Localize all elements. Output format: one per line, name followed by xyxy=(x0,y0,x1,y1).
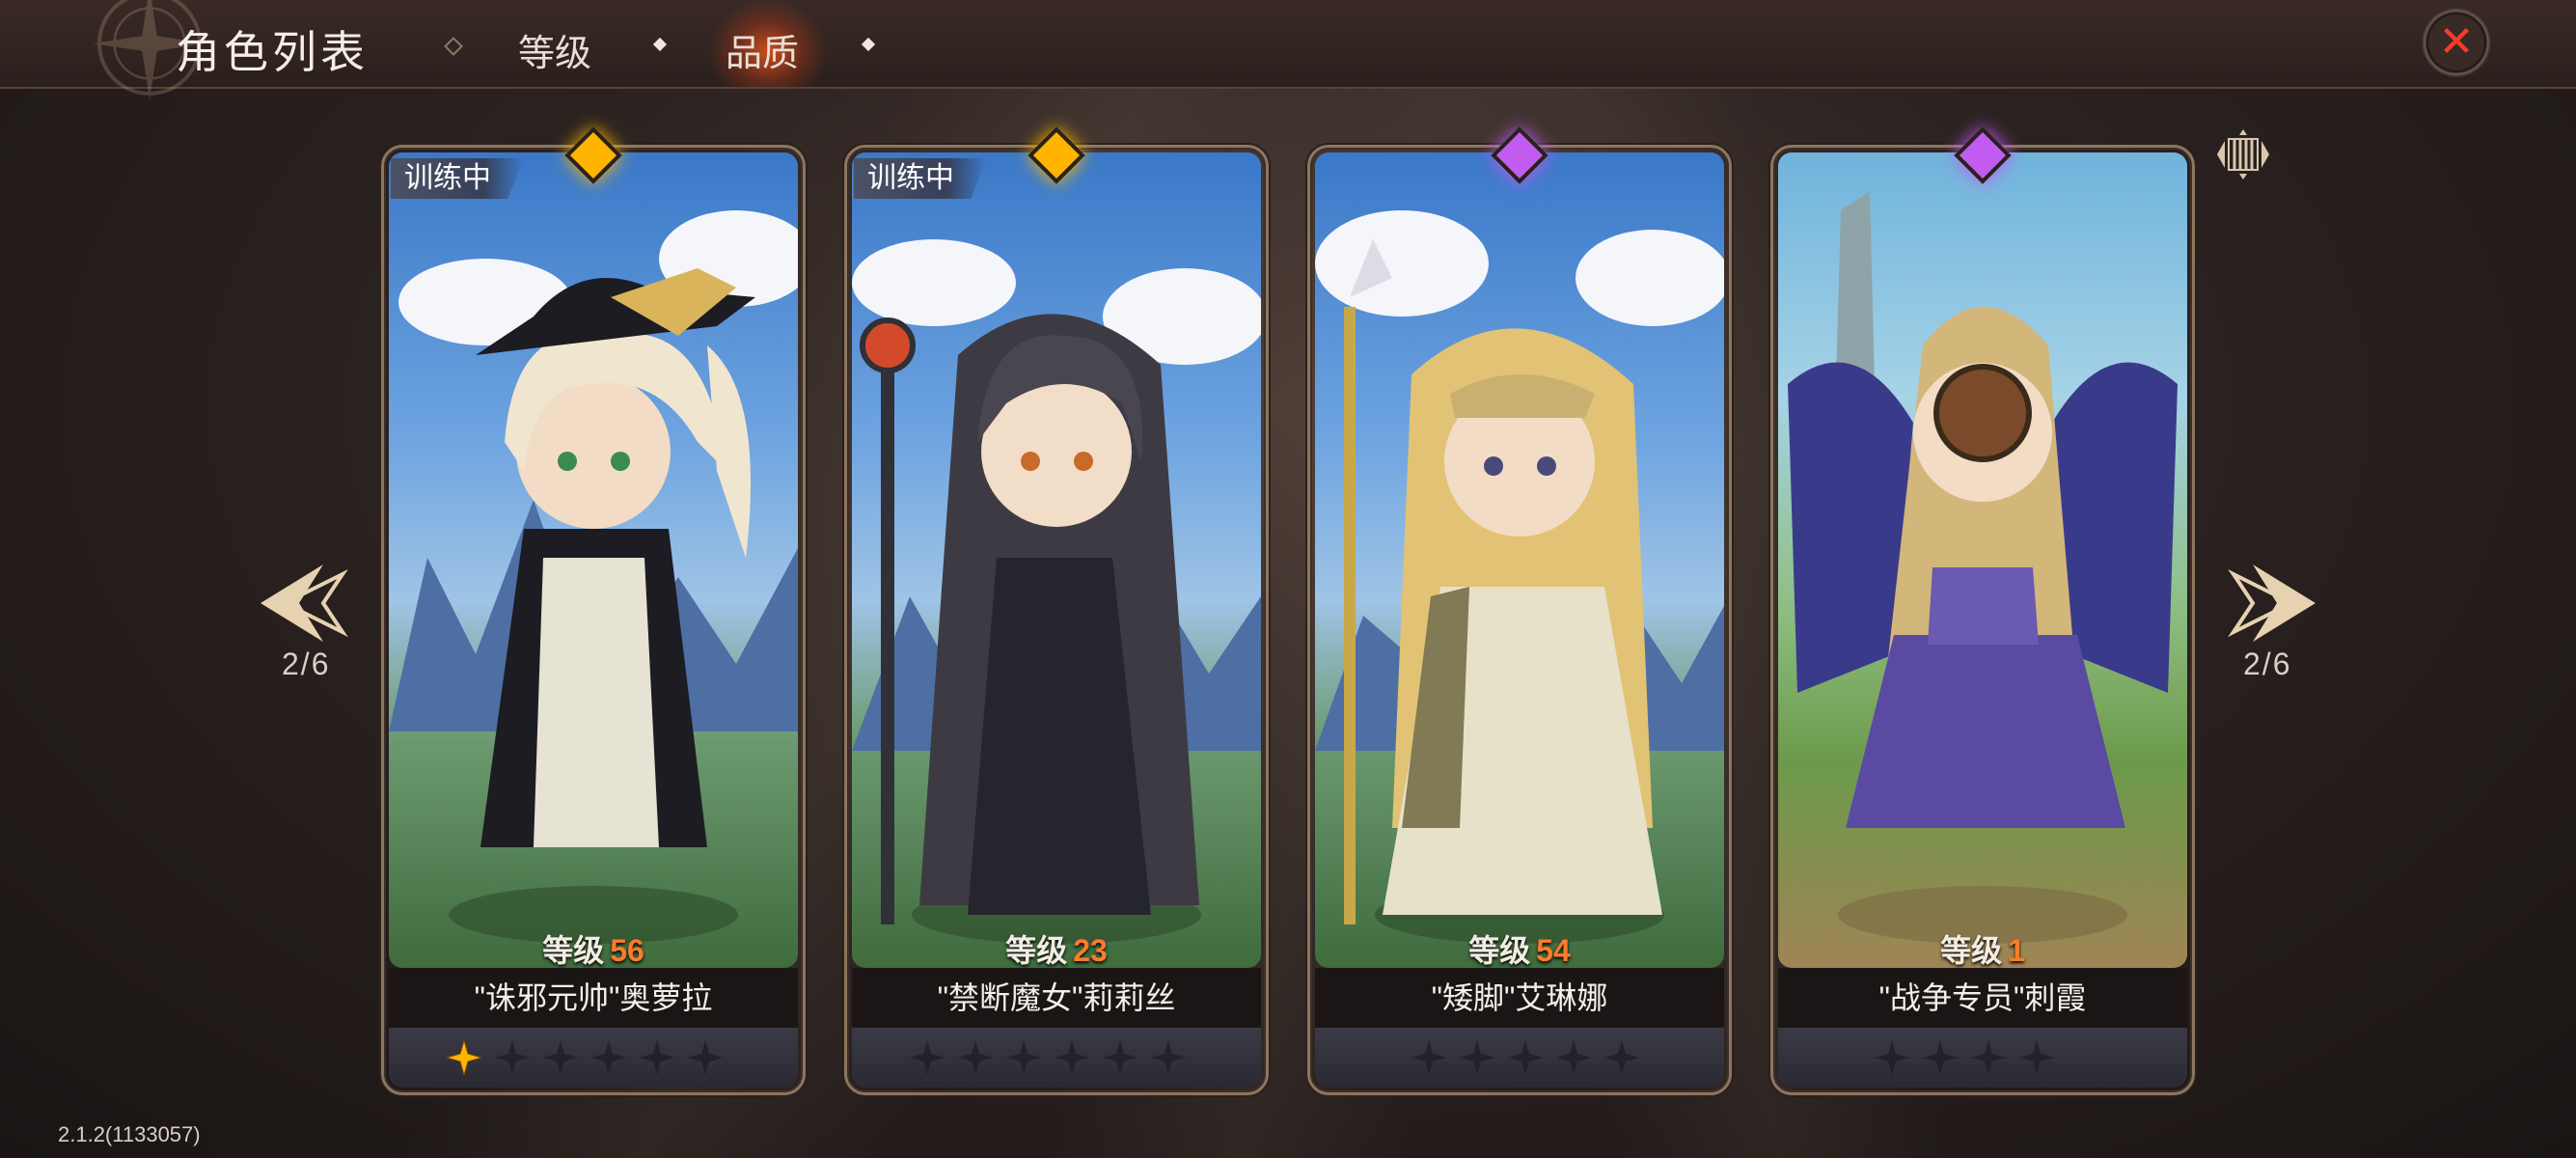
tab-level[interactable]: 等级 xyxy=(518,23,591,76)
level-label: 等级 1 xyxy=(1940,933,2025,968)
empty-star-icon xyxy=(640,1040,674,1075)
empty-star-icon xyxy=(1508,1040,1543,1075)
close-button[interactable]: ✕ xyxy=(2422,8,2491,77)
empty-star-icon xyxy=(1055,1040,1089,1075)
character-name: "战争专员"刺霞 xyxy=(1778,968,2187,1028)
level-label: 等级 56 xyxy=(542,933,644,968)
empty-star-icon xyxy=(1971,1040,2006,1075)
training-status-tag: 训练中 xyxy=(854,158,987,199)
separator-diamond-icon xyxy=(861,37,876,52)
star-rating xyxy=(389,1028,798,1088)
training-status-tag: 训练中 xyxy=(391,158,524,199)
character-card[interactable]: 等级 54 "矮脚"艾琳娜 xyxy=(1307,126,1732,1095)
empty-star-icon xyxy=(495,1040,530,1075)
version-label: 2.1.2(1133057) xyxy=(58,1122,201,1146)
empty-star-icon xyxy=(1411,1040,1446,1075)
empty-star-icon xyxy=(1103,1040,1137,1075)
star-rating xyxy=(852,1028,1261,1088)
tab-quality[interactable]: 品质 xyxy=(726,23,799,76)
empty-star-icon xyxy=(1923,1040,1958,1075)
character-card[interactable]: 训练中 等级 23 "禁断魔女"莉莉丝 xyxy=(844,126,1269,1095)
separator-diamond-icon xyxy=(652,37,668,52)
empty-star-icon xyxy=(1006,1040,1041,1075)
star-rating xyxy=(1315,1028,1724,1088)
empty-star-icon xyxy=(1151,1040,1186,1075)
page-indicator-left: 2/6 xyxy=(282,647,331,681)
character-portrait xyxy=(1315,152,1724,968)
empty-star-icon xyxy=(1604,1040,1639,1075)
page-indicator-right: 2/6 xyxy=(2243,647,2292,681)
sort-filter-icon[interactable] xyxy=(2211,125,2275,183)
character-name: "矮脚"艾琳娜 xyxy=(1315,968,1724,1028)
level-number: 1 xyxy=(2008,933,2025,968)
empty-star-icon xyxy=(1556,1040,1591,1075)
level-number: 56 xyxy=(610,933,644,968)
empty-star-icon xyxy=(591,1040,626,1075)
next-page-arrow-icon[interactable] xyxy=(2224,555,2320,651)
top-header: 角色列表 等级 品质 ✕ xyxy=(0,0,2576,100)
character-portrait xyxy=(1778,152,2187,968)
character-card[interactable]: 训练中 等级 56 "诛邪元帅"奥萝拉 xyxy=(381,126,806,1095)
star-rating xyxy=(1778,1028,2187,1088)
empty-star-icon xyxy=(1875,1040,1909,1075)
empty-star-icon xyxy=(910,1040,945,1075)
level-label: 等级 23 xyxy=(1005,933,1108,968)
character-card[interactable]: 等级 1 "战争专员"刺霞 xyxy=(1770,126,2195,1095)
empty-star-icon xyxy=(543,1040,578,1075)
empty-star-icon xyxy=(958,1040,993,1075)
page-title: 角色列表 xyxy=(176,27,369,77)
empty-star-icon xyxy=(1460,1040,1494,1075)
level-number: 23 xyxy=(1073,933,1108,968)
close-icon: ✕ xyxy=(2438,18,2475,66)
level-label: 等级 54 xyxy=(1468,933,1571,968)
character-name: "诛邪元帅"奥萝拉 xyxy=(389,968,798,1028)
separator-diamond-icon xyxy=(444,37,463,56)
character-portrait xyxy=(852,152,1261,968)
filled-star-icon xyxy=(447,1040,481,1075)
character-name: "禁断魔女"莉莉丝 xyxy=(852,968,1261,1028)
empty-star-icon xyxy=(688,1040,723,1075)
empty-star-icon xyxy=(2019,1040,2054,1075)
previous-page-arrow-icon[interactable] xyxy=(256,555,352,651)
character-portrait xyxy=(389,152,798,968)
level-number: 54 xyxy=(1536,933,1571,968)
